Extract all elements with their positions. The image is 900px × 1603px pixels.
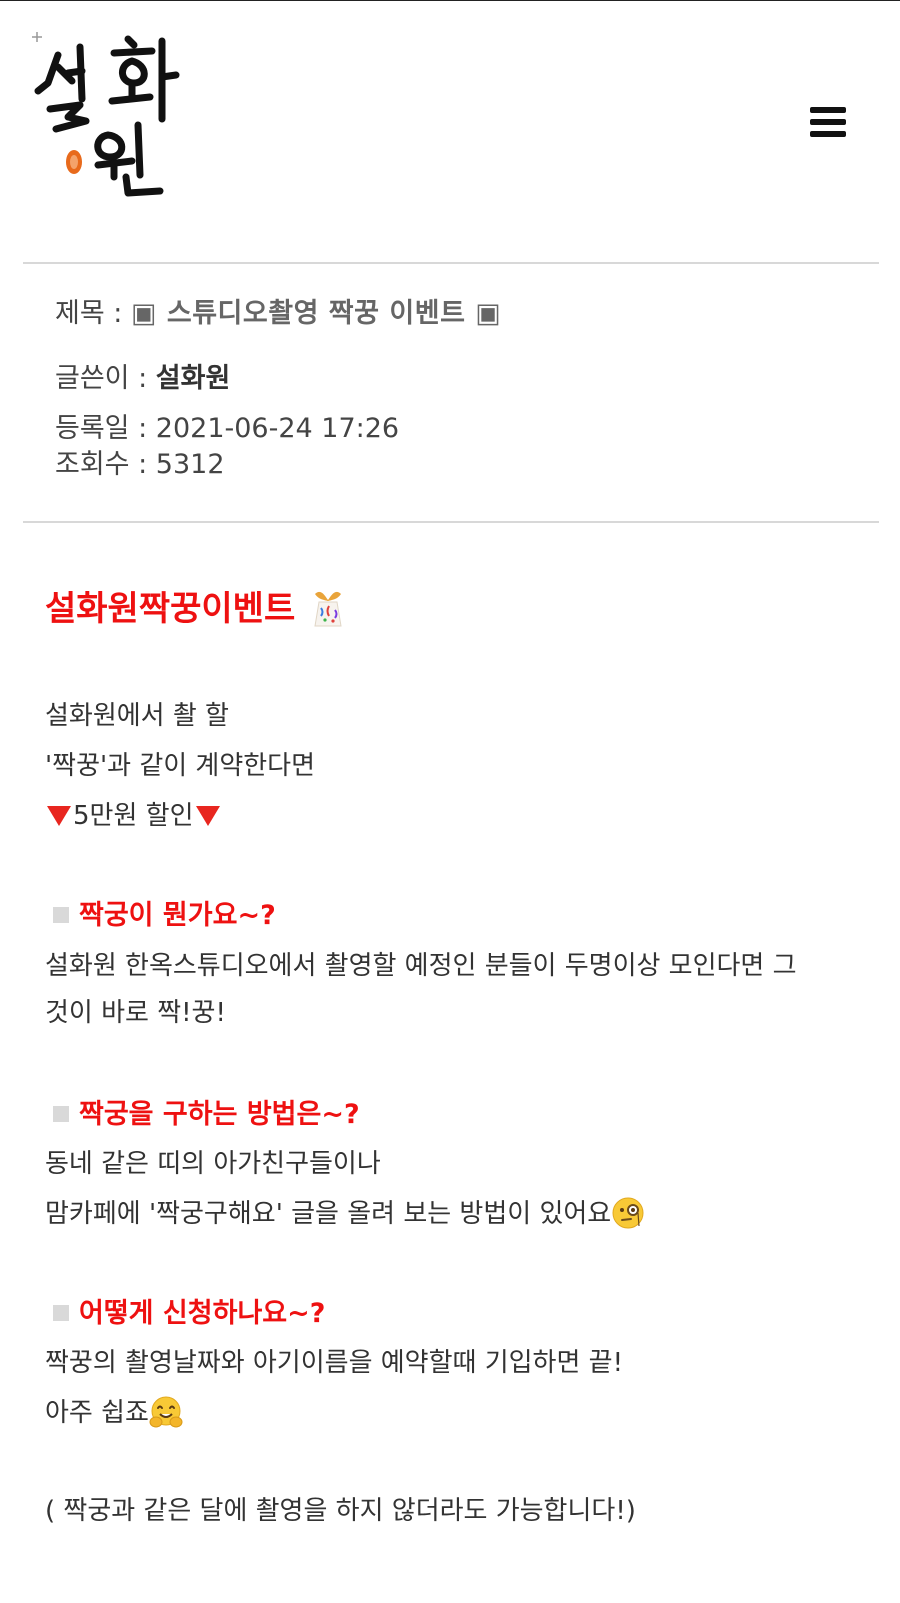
question-1-text: 짝궁이 뭔가요~? bbox=[79, 900, 276, 931]
seolhwawon-logo[interactable] bbox=[28, 25, 188, 205]
post-date: 2021-06-24 17:26 bbox=[155, 413, 400, 444]
event-title-text: 설화원짝꿍이벤트 bbox=[45, 589, 296, 629]
post-views-row: 조회수 : 5312 bbox=[55, 442, 225, 481]
monocle-face-icon bbox=[612, 1197, 644, 1229]
intro-line-3: 5만원 할인 bbox=[45, 796, 222, 836]
post-author: 설화원 bbox=[155, 363, 231, 394]
title-label: 제목 : bbox=[55, 298, 123, 329]
red-triangle-down-icon bbox=[195, 806, 220, 826]
hugging-face-icon bbox=[149, 1396, 183, 1428]
gray-square-bullet-icon bbox=[53, 907, 69, 923]
site-header bbox=[0, 1, 900, 256]
hamburger-menu-icon[interactable] bbox=[808, 107, 848, 141]
answer-2-line-1: 동네 같은 띠의 아가친구들이나 bbox=[45, 1149, 381, 1179]
answer-2-line-2-text: 맘카페에 '짝궁구해요' 글을 올려 보는 방법이 있어요 bbox=[45, 1199, 612, 1229]
answer-1-line-1: 설화원 한옥스튜디오에서 촬영할 예정인 분들이 두명이상 모인다면 그 bbox=[45, 951, 797, 981]
post-views: 5312 bbox=[155, 449, 225, 480]
post-author-row: 글쓴이 : 설화원 bbox=[55, 356, 230, 395]
note-line: ( 짝궁과 같은 달에 촬영을 하지 않더라도 가능합니다!) bbox=[45, 1496, 636, 1526]
intro-line-1: 설화원에서 촬 할 bbox=[45, 701, 229, 731]
intro-line-2: '짝꿍'과 같이 계약한다면 bbox=[45, 751, 316, 781]
gray-square-bullet-icon bbox=[53, 1106, 69, 1122]
party-popper-icon bbox=[314, 591, 342, 627]
author-label: 글쓴이 : bbox=[55, 363, 148, 394]
question-3: 어떻게 신청하나요~? bbox=[45, 1294, 325, 1334]
gray-square-bullet-icon bbox=[53, 1305, 69, 1321]
date-label: 등록일 : bbox=[55, 413, 148, 444]
answer-2-line-2: 맘카페에 '짝궁구해요' 글을 올려 보는 방법이 있어요 bbox=[45, 1194, 645, 1234]
event-title: 설화원짝꿍이벤트 bbox=[45, 581, 349, 630]
answer-3-line-2-text: 아주 쉽죠 bbox=[45, 1398, 149, 1428]
question-1: 짝궁이 뭔가요~? bbox=[45, 896, 276, 936]
answer-3-line-2: 아주 쉽죠 bbox=[45, 1393, 183, 1433]
question-2-text: 짝궁을 구하는 방법은~? bbox=[79, 1099, 360, 1130]
answer-3-line-1: 짝꿍의 촬영날짜와 아기이름을 예약할때 기입하면 끝! bbox=[45, 1348, 623, 1378]
question-3-text: 어떻게 신청하나요~? bbox=[79, 1298, 326, 1329]
discount-text: 5만원 할인 bbox=[73, 801, 194, 831]
post-title-row: 제목 : ▣ 스튜디오촬영 짝꿍 이벤트 ▣ bbox=[55, 291, 501, 330]
red-triangle-down-icon bbox=[47, 806, 71, 826]
divider-bottom bbox=[23, 521, 879, 523]
views-label: 조회수 : bbox=[55, 449, 148, 480]
answer-1-line-2: 것이 바로 짝!꿍! bbox=[45, 998, 226, 1028]
question-2: 짝궁을 구하는 방법은~? bbox=[45, 1095, 360, 1135]
post-date-row: 등록일 : 2021-06-24 17:26 bbox=[55, 406, 399, 445]
divider-top bbox=[23, 262, 879, 264]
post-title: ▣ 스튜디오촬영 짝꿍 이벤트 ▣ bbox=[130, 298, 502, 329]
